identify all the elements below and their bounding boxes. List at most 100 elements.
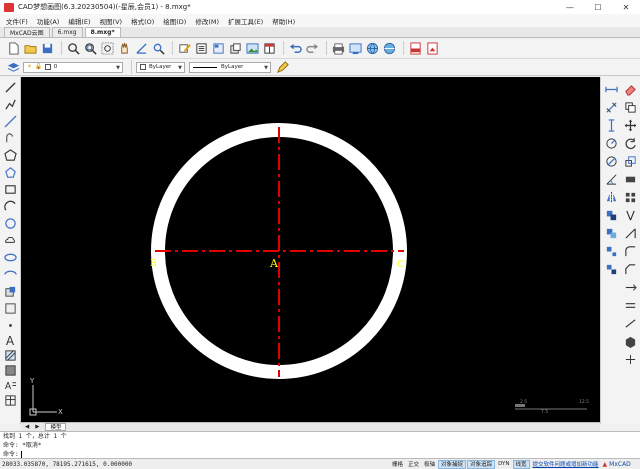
explode-icon[interactable] <box>603 243 619 259</box>
new-file-icon[interactable] <box>6 41 20 55</box>
match-properties-icon[interactable] <box>177 41 191 55</box>
mirror-icon[interactable] <box>603 189 619 205</box>
array-icon[interactable] <box>622 189 638 205</box>
rotate-icon[interactable] <box>622 135 638 151</box>
distance-icon[interactable] <box>603 81 619 97</box>
menu-modify[interactable]: 修改(M) <box>195 16 219 26</box>
polyline-icon[interactable] <box>3 97 18 112</box>
gradient-icon[interactable] <box>3 363 18 378</box>
lineweight-toggle[interactable]: 线宽 <box>512 459 530 469</box>
tab-scroll-right-icon[interactable]: ▶ <box>35 424 39 430</box>
polar-toggle[interactable]: 极轴 <box>422 460 437 469</box>
arc-icon[interactable] <box>3 199 18 214</box>
tab-8-mxg[interactable]: 8.mxg* <box>84 27 121 37</box>
menu-edit[interactable]: 编辑(E) <box>68 16 90 26</box>
feedback-link[interactable]: 提交软件问题或增加新功能 <box>533 460 599 468</box>
pan-hand-icon[interactable] <box>117 41 131 55</box>
object-snap-toggle[interactable]: 对象捕捉 <box>438 459 467 469</box>
copy-icon[interactable] <box>622 99 638 115</box>
edit-polyline-icon[interactable] <box>622 315 638 331</box>
color-dropdown[interactable]: ByLayer ▼ <box>136 61 185 73</box>
pdf-icon[interactable] <box>408 41 422 55</box>
maximize-button[interactable]: ☐ <box>584 0 612 14</box>
print-icon[interactable] <box>331 41 345 55</box>
open-folder-icon[interactable] <box>23 41 37 55</box>
redo-icon[interactable] <box>305 41 319 55</box>
polygon-icon[interactable] <box>3 148 18 163</box>
properties-icon[interactable] <box>194 41 208 55</box>
construction-line-icon[interactable] <box>3 114 18 129</box>
menu-file[interactable]: 文件(F) <box>6 16 28 26</box>
eraser-icon[interactable] <box>622 81 638 97</box>
extend-icon[interactable] <box>622 225 638 241</box>
find-icon[interactable] <box>151 41 165 55</box>
menu-view[interactable]: 视图(V) <box>100 16 123 26</box>
ellipse-icon[interactable] <box>3 250 18 265</box>
mtext-icon[interactable]: A <box>3 378 18 393</box>
insert-block-icon[interactable] <box>3 284 18 299</box>
table-icon[interactable] <box>262 41 276 55</box>
point-icon[interactable] <box>3 318 18 333</box>
pentagon-icon[interactable] <box>3 165 18 180</box>
layer-manager-icon[interactable] <box>211 41 225 55</box>
layers-icon[interactable] <box>6 60 20 74</box>
group-icon[interactable] <box>603 225 619 241</box>
circle-icon[interactable] <box>3 216 18 231</box>
table-draw-icon[interactable] <box>3 393 18 408</box>
menu-format[interactable]: 格式(O) <box>131 16 154 26</box>
tab-model[interactable]: 模型 <box>45 423 67 431</box>
close-button[interactable]: ✕ <box>612 0 640 14</box>
multiline-icon[interactable] <box>3 131 18 146</box>
drawing-canvas[interactable]: A B C Y X 2.5 12.5 7.5 <box>21 77 600 422</box>
join-icon[interactable] <box>622 279 638 295</box>
export-icon[interactable] <box>348 41 362 55</box>
dimension-vertical-icon[interactable] <box>603 117 619 133</box>
zoom-extents-icon[interactable] <box>100 41 114 55</box>
tab-mxcad-cloud[interactable]: MxCAD云图 <box>4 27 50 37</box>
lengthen-icon[interactable] <box>622 297 638 313</box>
move-icon[interactable] <box>622 117 638 133</box>
ortho-toggle[interactable]: 正交 <box>406 460 421 469</box>
grid-toggle[interactable]: 栅格 <box>390 460 405 469</box>
revision-cloud-icon[interactable] <box>3 233 18 248</box>
object-track-toggle[interactable]: 对象追踪 <box>467 459 496 469</box>
tab-6-mxg[interactable]: 6.mxg <box>51 27 83 37</box>
image-icon[interactable] <box>245 41 259 55</box>
offset-icon[interactable] <box>603 207 619 223</box>
block-icon[interactable] <box>228 41 242 55</box>
dimension-angular-icon[interactable] <box>603 171 619 187</box>
fillet-icon[interactable] <box>622 243 638 259</box>
dyn-toggle[interactable]: DYN <box>496 460 511 469</box>
stretch-icon[interactable] <box>622 171 638 187</box>
dimension-aligned-icon[interactable] <box>603 99 619 115</box>
menu-help[interactable]: 帮助(H) <box>272 16 295 26</box>
tab-scroll-left-icon[interactable]: ◀ <box>25 424 29 430</box>
measure-angle-icon[interactable] <box>134 41 148 55</box>
rectangle-icon[interactable] <box>3 182 18 197</box>
chamfer-icon[interactable] <box>622 261 638 277</box>
dimension-radius-icon[interactable] <box>603 135 619 151</box>
cloud-globe-icon[interactable] <box>382 41 396 55</box>
zoom-realtime-icon[interactable] <box>66 41 80 55</box>
menu-extensions[interactable]: 扩展工具(E) <box>228 16 263 26</box>
line-icon[interactable] <box>3 80 18 95</box>
ellipse-arc-icon[interactable] <box>3 267 18 282</box>
export-image-icon[interactable] <box>425 41 439 55</box>
save-icon[interactable] <box>40 41 54 55</box>
make-block-icon[interactable] <box>3 301 18 316</box>
linetype-dropdown[interactable]: ByLayer ▼ <box>189 61 271 73</box>
zoom-window-icon[interactable] <box>83 41 97 55</box>
properties-edit-icon[interactable] <box>622 351 638 367</box>
3d-box-icon[interactable] <box>622 333 638 349</box>
text-icon[interactable]: A <box>3 333 18 348</box>
hatch-icon[interactable] <box>3 348 18 363</box>
trim-icon[interactable] <box>622 207 638 223</box>
menu-function[interactable]: 功能(A) <box>37 16 60 26</box>
undo-icon[interactable] <box>288 41 302 55</box>
pencil-icon[interactable] <box>275 60 289 74</box>
break-icon[interactable] <box>603 261 619 277</box>
web-globe-icon[interactable] <box>365 41 379 55</box>
scale-icon[interactable] <box>622 153 638 169</box>
layer-dropdown[interactable]: ☀ 🔓 0 ▼ <box>23 61 123 73</box>
dimension-diameter-icon[interactable] <box>603 153 619 169</box>
